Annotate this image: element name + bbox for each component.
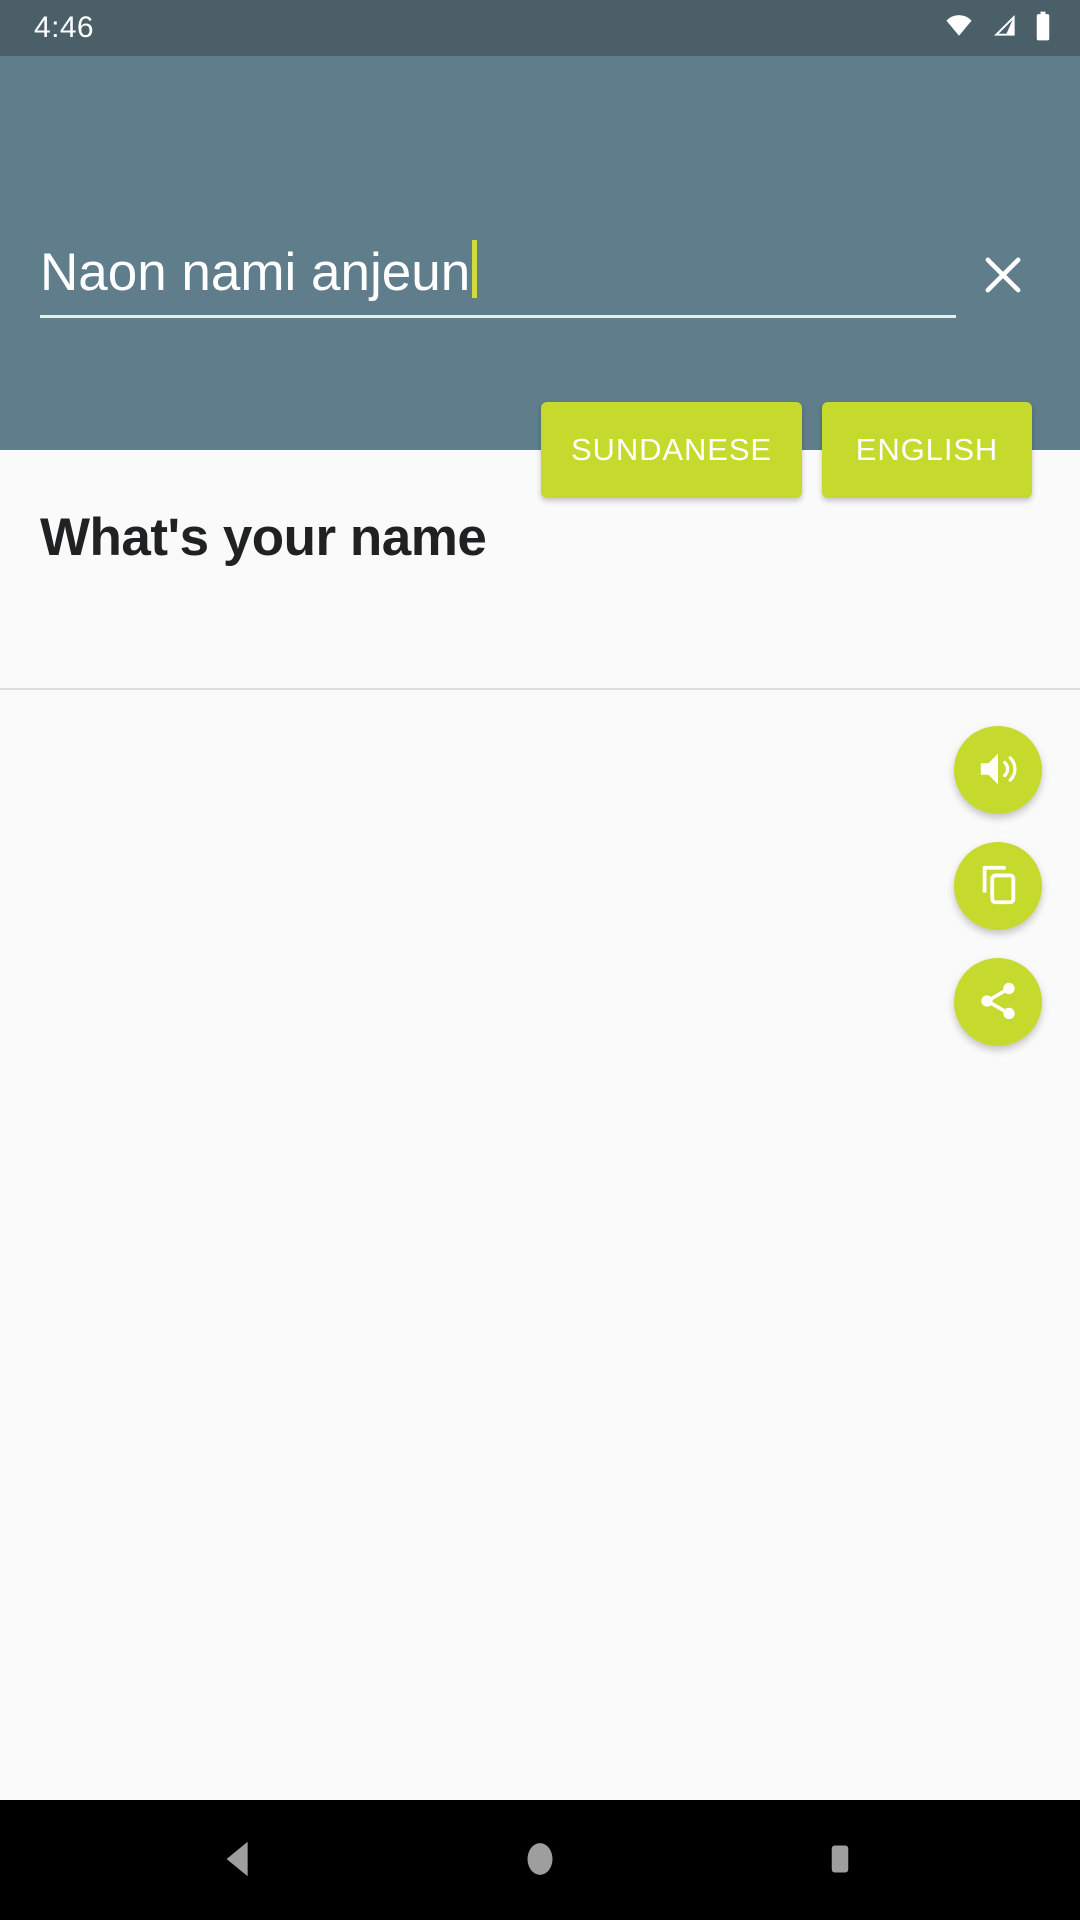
android-nav-bar: [0, 1800, 1080, 1920]
volume-up-icon: [975, 746, 1021, 795]
nav-recents-button[interactable]: [780, 1800, 900, 1920]
status-bar: 4:46: [0, 0, 1080, 56]
nav-back-button[interactable]: [180, 1800, 300, 1920]
recents-square-icon: [822, 1836, 858, 1885]
copy-button[interactable]: [954, 842, 1042, 930]
text-caret: [472, 240, 478, 298]
source-text-input[interactable]: Naon nami anjeun: [40, 232, 956, 318]
translate-header: Naon nami anjeun SUNDANESE ENGLISH: [0, 56, 1080, 498]
source-text-row: Naon nami anjeun: [40, 232, 1040, 318]
cellular-signal-icon: [990, 13, 1020, 44]
share-button[interactable]: [954, 958, 1042, 1046]
source-text-value: Naon nami anjeun: [40, 243, 471, 302]
close-icon: [977, 249, 1029, 304]
battery-icon: [1034, 11, 1052, 46]
status-bar-icons: [942, 11, 1052, 46]
copy-icon: [975, 862, 1021, 911]
share-icon: [976, 979, 1020, 1026]
app-screen: 4:46 Naon nami anjeun SUNDANESE ENGLISH …: [0, 0, 1080, 1920]
back-triangle-icon: [217, 1836, 263, 1885]
nav-home-button[interactable]: [480, 1800, 600, 1920]
wifi-icon: [942, 13, 976, 44]
status-bar-clock: 4:46: [34, 11, 94, 44]
home-circle-icon: [520, 1836, 560, 1885]
source-language-button[interactable]: SUNDANESE: [540, 402, 802, 498]
action-button-column: [954, 726, 1042, 1046]
clear-text-button[interactable]: [966, 240, 1040, 314]
speak-button[interactable]: [954, 726, 1042, 814]
language-selector-row: SUNDANESE ENGLISH: [540, 402, 1032, 498]
target-language-button[interactable]: ENGLISH: [822, 402, 1032, 498]
action-area: [0, 690, 1080, 1800]
translation-result-text: What's your name: [40, 508, 487, 567]
